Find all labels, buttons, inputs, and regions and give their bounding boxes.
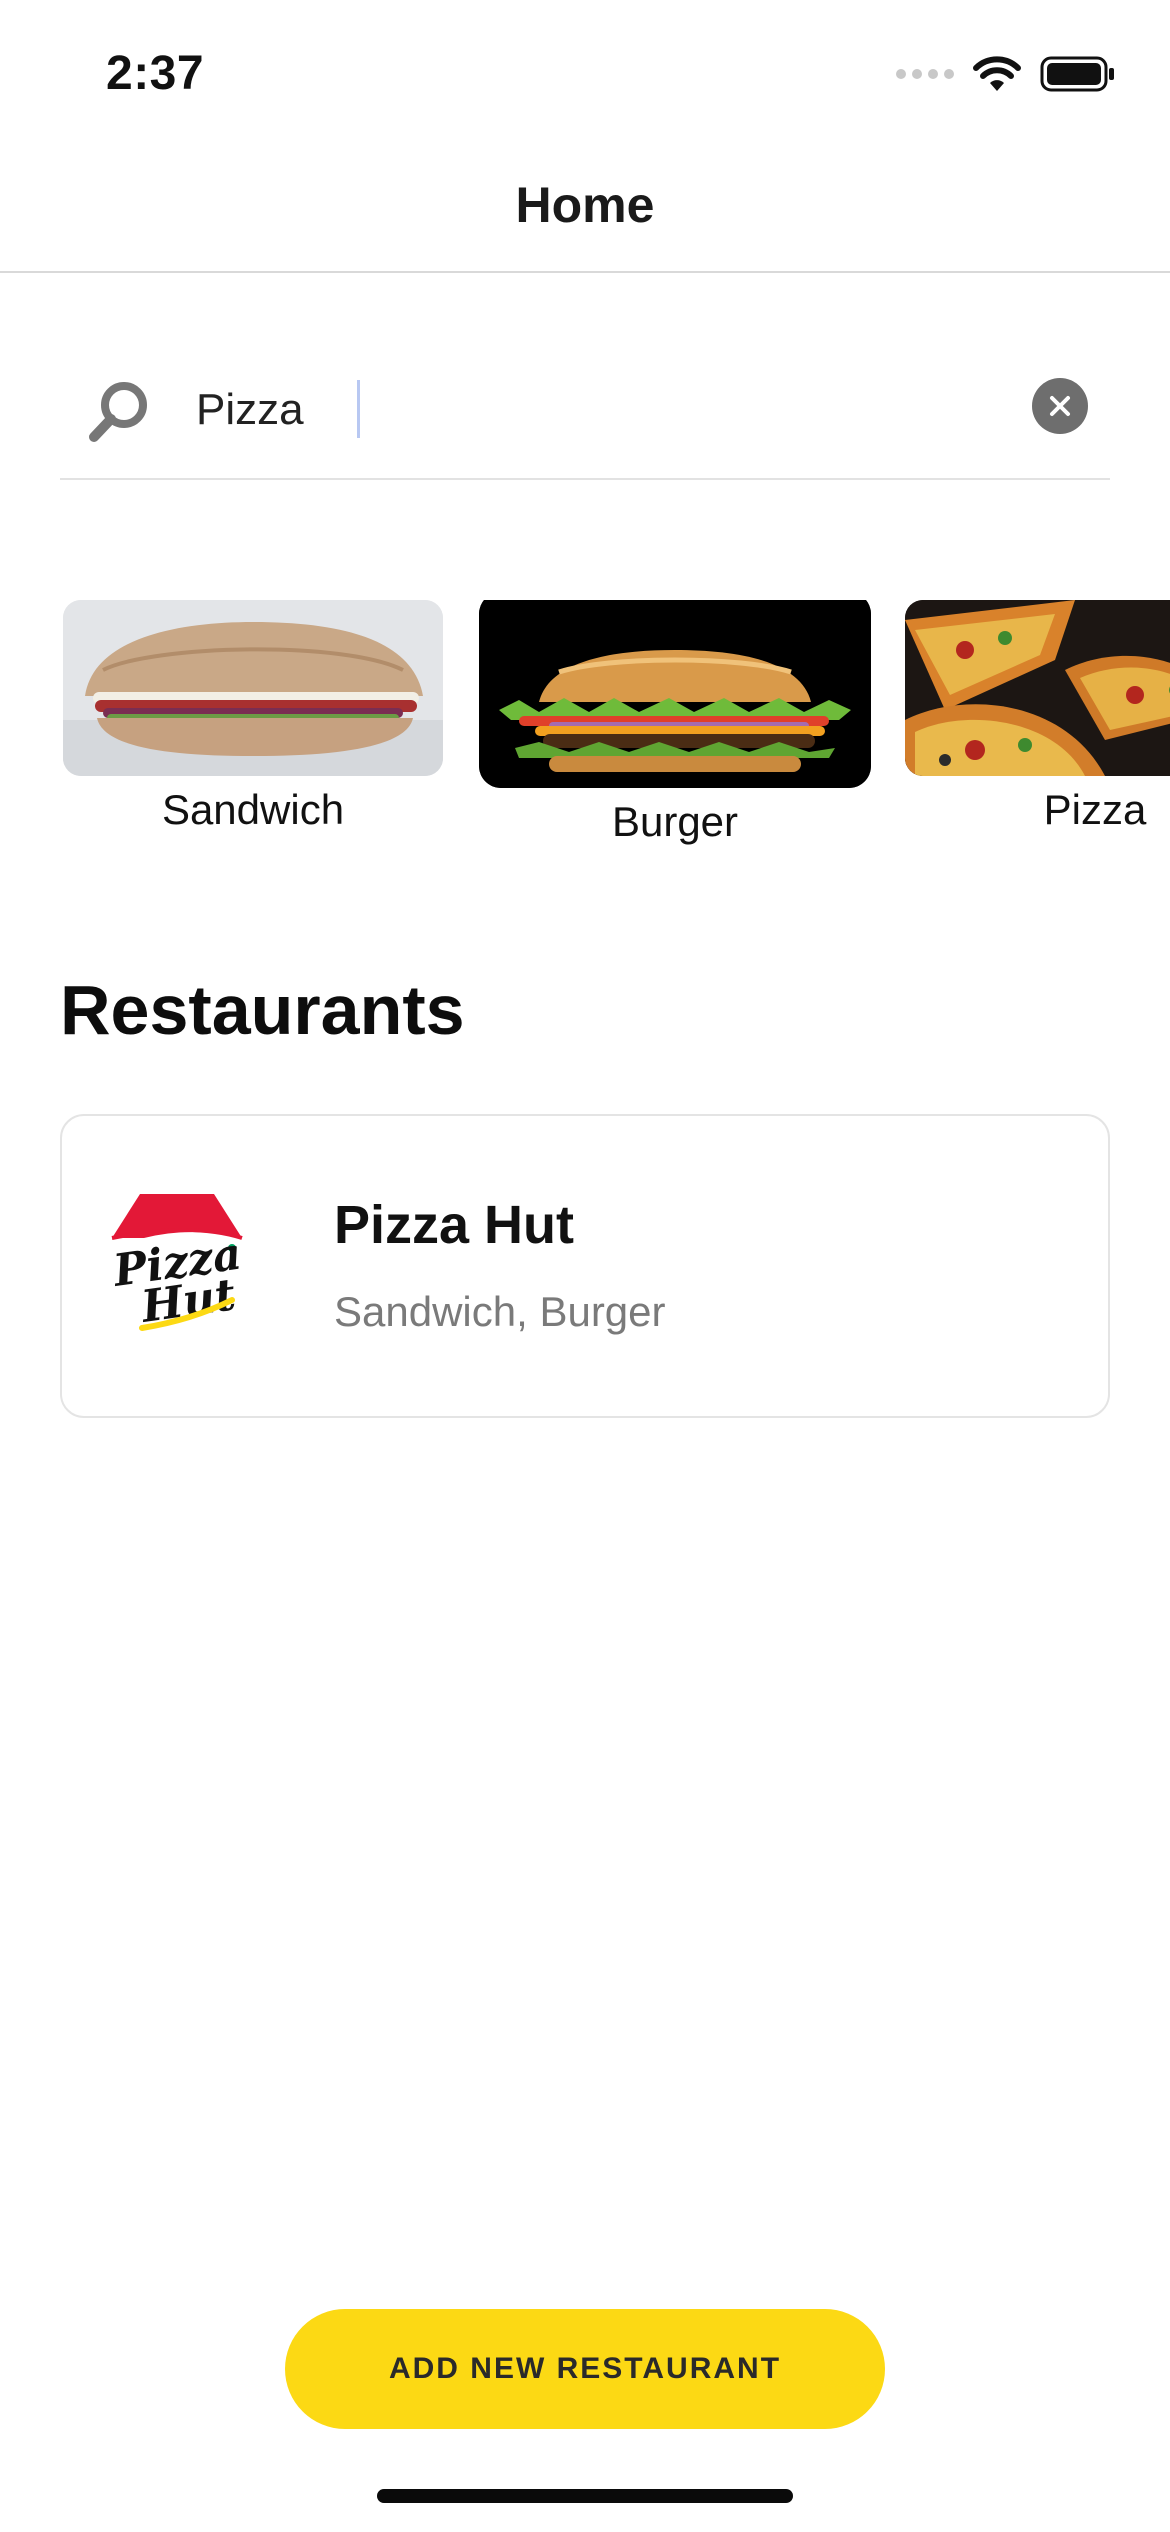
category-label: Sandwich	[161, 786, 345, 833]
search-icon	[89, 382, 147, 442]
pizza-hut-logo: Pizza Hut	[108, 1194, 245, 1333]
clear-search-button[interactable]	[1032, 378, 1088, 434]
category-sandwich[interactable]: Sandwich	[63, 600, 443, 834]
close-icon	[1050, 396, 1070, 416]
category-label: Burger	[611, 798, 739, 845]
home-indicator[interactable]	[377, 2489, 793, 2503]
section-title: Restaurants	[60, 971, 465, 1049]
restaurant-cuisines: Sandwich, Burger	[334, 1288, 666, 1335]
restaurant-name: Pizza Hut	[334, 1195, 575, 1255]
pizza-image	[905, 600, 1170, 776]
search-bar	[60, 350, 1110, 480]
navigation-bar: Home	[0, 140, 1170, 273]
status-time: 2:37	[106, 47, 205, 100]
text-cursor	[357, 380, 360, 438]
restaurant-card[interactable]: Pizza Hut Pizza Hut Sandwich, Burger	[60, 1114, 1110, 1418]
add-new-restaurant-button[interactable]: ADD NEW RESTAURANT	[285, 2309, 885, 2429]
category-carousel[interactable]: Sandwich Burger Pizza	[0, 600, 1170, 860]
sandwich-image	[63, 600, 443, 776]
burger-image	[479, 600, 871, 788]
category-burger[interactable]: Burger	[479, 600, 871, 846]
battery-icon	[1040, 56, 1114, 92]
cellular-signal-icon	[896, 69, 954, 79]
search-input[interactable]	[196, 378, 1016, 442]
category-pizza[interactable]: Pizza	[905, 600, 1170, 834]
status-bar: 2:37	[0, 0, 1170, 140]
category-label: Pizza	[1043, 786, 1147, 833]
page-title: Home	[515, 177, 655, 233]
wifi-icon	[973, 56, 1021, 91]
status-icons	[896, 54, 1116, 94]
